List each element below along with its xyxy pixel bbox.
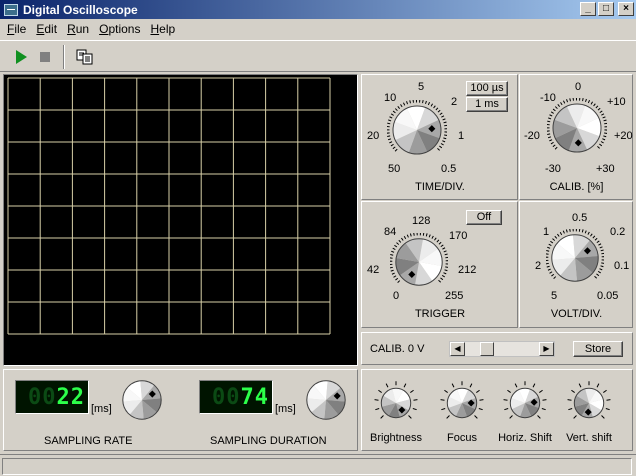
time-div-panel: 10 5 2 20 1 50 0.5 100 µs 1 ms TIME/DIV. bbox=[361, 74, 518, 200]
trigger-scale-212: 212 bbox=[458, 264, 477, 276]
trigger-scale-0: 0 bbox=[393, 290, 400, 302]
time-scale-0.5: 0.5 bbox=[441, 163, 457, 175]
calib-scale-0: 0 bbox=[575, 81, 582, 93]
sampling-duration-display: 00 74 bbox=[199, 380, 273, 414]
volt-div-knob[interactable] bbox=[546, 229, 604, 287]
vert-shift-label: Vert. shift bbox=[566, 432, 612, 444]
stop-button[interactable] bbox=[34, 47, 56, 67]
toolbar bbox=[0, 40, 636, 72]
display-adjust-panel: Brightness Focus Horiz. Shift Vert. shif… bbox=[361, 369, 633, 451]
menu-file[interactable]: File bbox=[2, 22, 31, 36]
menu-bar: File Edit Run Options Help bbox=[0, 19, 636, 39]
copy-icon bbox=[76, 49, 93, 65]
volt-scale-0.2: 0.2 bbox=[610, 226, 626, 238]
status-bar bbox=[0, 454, 636, 476]
calib-scale-plus10: +10 bbox=[607, 96, 626, 108]
trigger-off-button[interactable]: Off bbox=[466, 210, 502, 225]
sampling-rate-value: 22 bbox=[56, 384, 85, 410]
horiz-shift-label: Horiz. Shift bbox=[498, 432, 552, 444]
sampling-duration-dim-digits: 00 bbox=[212, 384, 241, 410]
slider-thumb[interactable] bbox=[480, 342, 494, 356]
volt-scale-2: 2 bbox=[535, 260, 542, 272]
copy-button[interactable] bbox=[74, 47, 96, 67]
unit-100us-button[interactable]: 100 µs bbox=[466, 81, 508, 96]
stop-icon bbox=[40, 52, 50, 62]
trigger-label: TRIGGER bbox=[414, 308, 466, 320]
sampling-duration-label: SAMPLING DURATION bbox=[210, 435, 327, 447]
slider-right-arrow[interactable]: ▶ bbox=[539, 342, 554, 356]
horiz-shift-knob[interactable] bbox=[502, 380, 548, 426]
slider-left-arrow[interactable]: ◀ bbox=[450, 342, 465, 356]
sampling-panel: 00 22 [ms] SAMPLING RATE 00 74 [ms] SAMPLI… bbox=[3, 369, 358, 451]
sampling-duration-value: 74 bbox=[240, 384, 269, 410]
time-scale-1: 1 bbox=[458, 130, 465, 142]
trigger-scale-170: 170 bbox=[449, 230, 468, 242]
sampling-duration-knob[interactable] bbox=[302, 376, 350, 424]
calib-knob[interactable] bbox=[547, 98, 607, 158]
menu-options[interactable]: Options bbox=[94, 22, 145, 36]
menu-edit[interactable]: Edit bbox=[31, 22, 62, 36]
trigger-knob[interactable] bbox=[390, 233, 448, 291]
trigger-scale-128: 128 bbox=[412, 215, 431, 227]
app-icon bbox=[4, 3, 18, 16]
time-div-label: TIME/DIV. bbox=[415, 181, 465, 193]
run-button[interactable] bbox=[10, 47, 32, 67]
volt-div-panel: 1 0.5 0.2 2 0.1 5 0.05 VOLT/DIV. bbox=[519, 201, 633, 328]
time-scale-2: 2 bbox=[451, 96, 458, 108]
brightness-knob[interactable] bbox=[373, 380, 419, 426]
sampling-rate-label: SAMPLING RATE bbox=[44, 435, 133, 447]
volt-scale-0.5: 0.5 bbox=[572, 212, 588, 224]
sampling-rate-unit: [ms] bbox=[91, 403, 112, 415]
oscilloscope-screen[interactable] bbox=[3, 74, 358, 366]
play-icon bbox=[16, 50, 27, 64]
calib-scale-plus20: +20 bbox=[614, 130, 633, 142]
sampling-rate-display: 00 22 bbox=[15, 380, 89, 414]
volt-scale-0.05: 0.05 bbox=[597, 290, 619, 302]
time-scale-50: 50 bbox=[388, 163, 401, 175]
sampling-rate-knob[interactable] bbox=[118, 376, 166, 424]
menu-help[interactable]: Help bbox=[145, 22, 180, 36]
volt-scale-5: 5 bbox=[551, 290, 558, 302]
title-bar: Digital Oscilloscope _ □ × bbox=[0, 0, 636, 19]
calib-scale-minus20: -20 bbox=[524, 130, 540, 142]
status-pane bbox=[2, 458, 632, 475]
focus-label: Focus bbox=[447, 432, 477, 444]
toolbar-separator bbox=[63, 45, 65, 69]
volt-div-label: VOLT/DIV. bbox=[550, 308, 603, 320]
store-button[interactable]: Store bbox=[573, 341, 623, 357]
brightness-label: Brightness bbox=[370, 432, 422, 444]
menu-run[interactable]: Run bbox=[62, 22, 94, 36]
minimize-button[interactable]: _ bbox=[580, 2, 596, 16]
calib-0v-label: CALIB. 0 V bbox=[370, 343, 425, 355]
oscilloscope-grid bbox=[7, 77, 331, 335]
calib-label: CALIB. [%] bbox=[549, 181, 604, 193]
sampling-duration-unit: [ms] bbox=[275, 403, 296, 415]
calib-panel: -10 0 +10 -20 +20 -30 +30 CALIB. [%] bbox=[519, 74, 633, 200]
trigger-scale-255: 255 bbox=[445, 290, 464, 302]
window-title: Digital Oscilloscope bbox=[23, 2, 138, 17]
volt-scale-0.1: 0.1 bbox=[614, 260, 630, 272]
calib-scale-minus30: -30 bbox=[545, 163, 561, 175]
calib-scale-plus30: +30 bbox=[596, 163, 615, 175]
trigger-panel: 84 128 170 42 212 0 255 Off TRIGGER bbox=[361, 201, 518, 328]
sampling-rate-dim-digits: 00 bbox=[28, 384, 57, 410]
window-controls: _ □ × bbox=[580, 2, 634, 16]
time-scale-20: 20 bbox=[367, 130, 380, 142]
time-div-knob[interactable] bbox=[387, 100, 447, 160]
maximize-button[interactable]: □ bbox=[598, 2, 614, 16]
close-button[interactable]: × bbox=[618, 2, 634, 16]
unit-1ms-button[interactable]: 1 ms bbox=[466, 97, 508, 112]
calib-0v-slider[interactable]: ◀ ▶ bbox=[449, 341, 555, 357]
trigger-scale-42: 42 bbox=[367, 264, 380, 276]
vert-shift-knob[interactable] bbox=[566, 380, 612, 426]
time-scale-5: 5 bbox=[418, 81, 425, 93]
focus-knob[interactable] bbox=[439, 380, 485, 426]
